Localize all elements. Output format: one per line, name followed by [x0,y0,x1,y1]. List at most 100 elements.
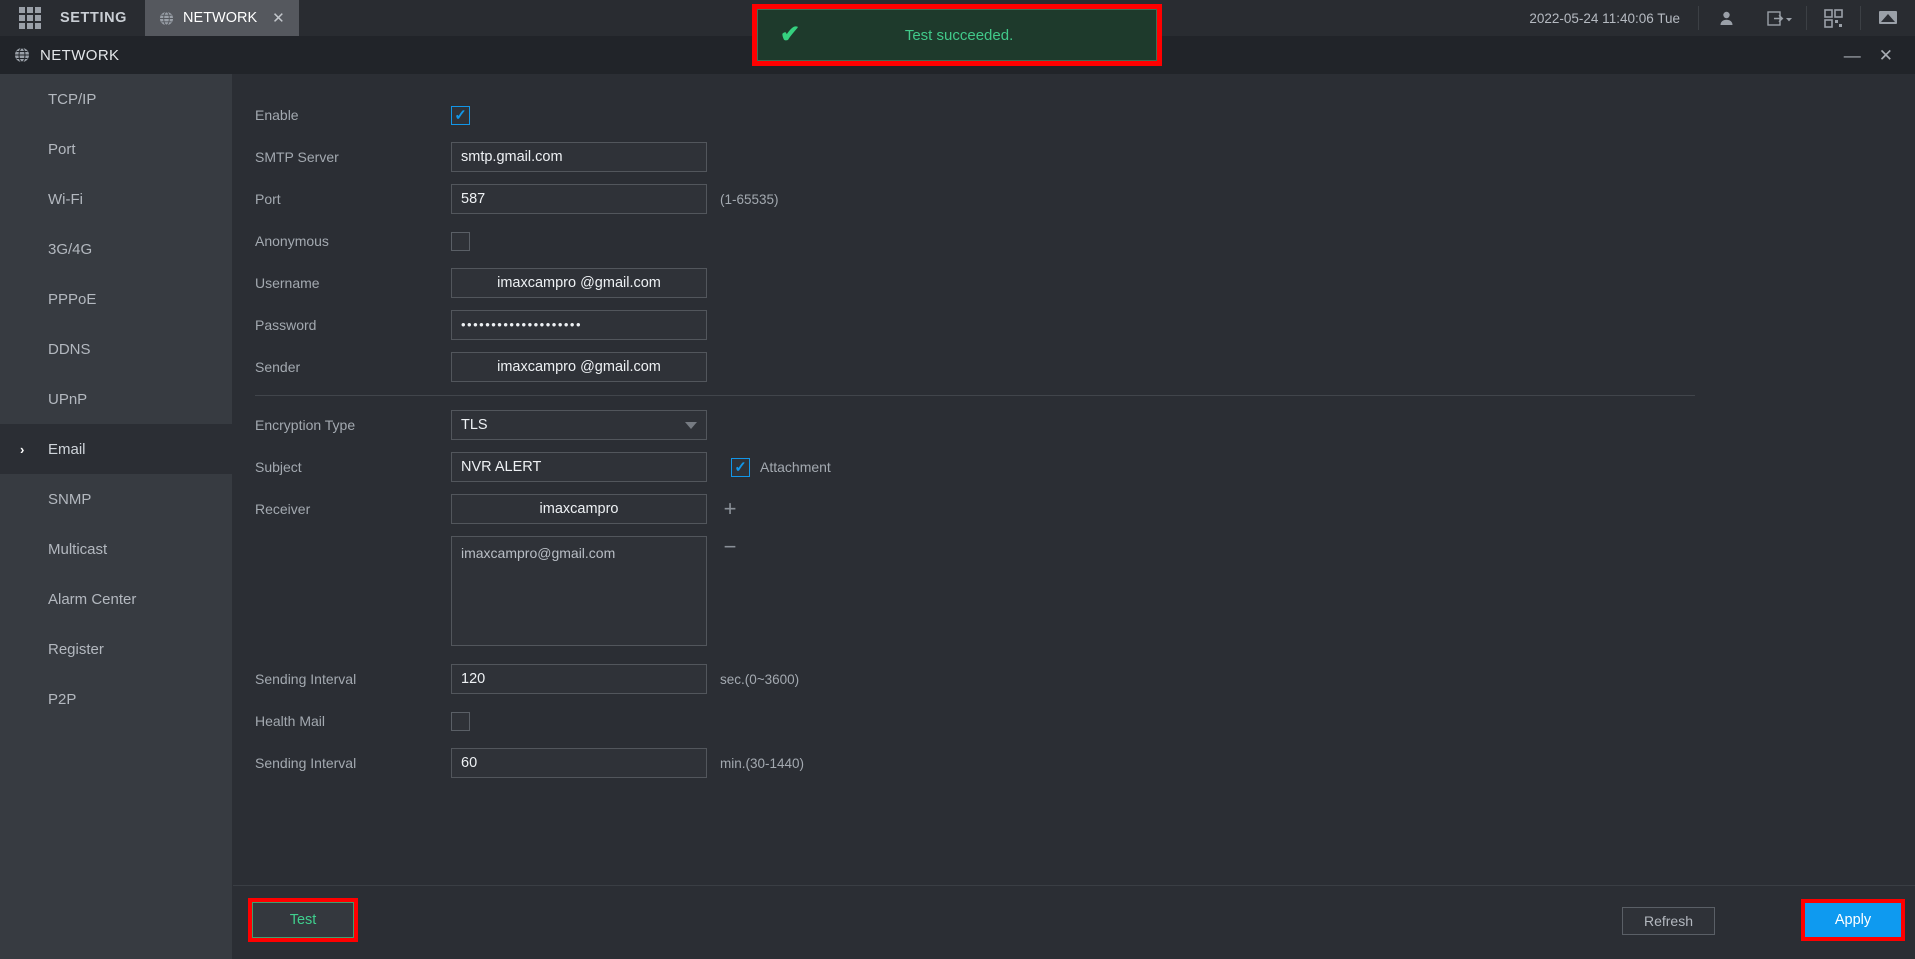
enable-label: Enable [255,107,299,123]
chevron-right-icon: › [20,441,25,457]
grid-glyph [19,7,41,29]
page-title: NETWORK [40,46,120,64]
sidebar-item-wifi[interactable]: Wi-Fi [0,174,232,224]
qr-code-icon[interactable] [1807,6,1861,30]
minimize-icon[interactable]: — [1844,47,1861,64]
row-encryption-type: Encryption Type TLS [255,410,1915,440]
sender-label: Sender [255,359,301,375]
smtp-server-label: SMTP Server [255,149,339,165]
password-input[interactable]: •••••••••••••••••••• [451,310,707,340]
row-sending-interval-sec: Sending Interval 120 sec.(0~3600) [255,664,1915,694]
row-health-mail: Health Mail [255,706,1915,736]
receiver-list[interactable]: imaxcampro@gmail.com [451,536,707,646]
add-receiver-icon[interactable]: + [719,498,741,520]
sending-interval-sec-input[interactable]: 120 [451,664,707,694]
sending-interval-sec-label: Sending Interval [255,671,357,687]
sidebar-item-ddns[interactable]: DDNS [0,324,232,374]
row-receiver-list: imaxcampro@gmail.com − [255,536,1915,646]
row-enable: Enable [255,100,1915,130]
enable-checkbox[interactable] [451,105,470,125]
setting-label[interactable]: SETTING [60,0,145,36]
sidebar-item-label: 3G/4G [48,240,93,258]
sidebar-item-email[interactable]: › Email [0,424,232,474]
sidebar-item-label: UPnP [48,390,88,408]
sidebar-item-label: TCP/IP [48,90,97,108]
toast-message: Test succeeded. [904,26,1014,44]
subject-label: Subject [255,459,302,475]
row-sender: Sender imaxcampro @gmail.com [255,352,1915,382]
sidebar-item-port[interactable]: Port [0,124,232,174]
sending-interval-min-input[interactable]: 60 [451,748,707,778]
sidebar-item-upnp[interactable]: UPnP [0,374,232,424]
clock: 2022-05-24 11:40:06 Tue [1511,6,1699,30]
test-result-toast: ✔ Test succeeded. [757,9,1157,61]
health-mail-checkbox[interactable] [451,711,470,731]
section-divider [255,395,1695,396]
username-label: Username [255,275,320,291]
apply-button[interactable]: Apply [1805,903,1901,937]
sender-input[interactable]: imaxcampro @gmail.com [451,352,707,382]
subject-input[interactable]: NVR ALERT [451,452,707,482]
sidebar: TCP/IP Port Wi-Fi 3G/4G PPPoE DDNS UPnP … [0,74,233,959]
sidebar-item-label: Port [48,140,76,158]
row-port: Port 587 (1-65535) [255,184,1915,214]
test-result-toast-highlight: ✔ Test succeeded. [752,4,1162,66]
refresh-button[interactable]: Refresh [1622,907,1715,935]
test-button-highlight: Test [248,898,358,942]
sidebar-item-label: P2P [48,690,77,708]
password-label: Password [255,317,317,333]
close-icon[interactable]: ✕ [272,11,285,26]
test-button[interactable]: Test [252,902,354,938]
monitor-icon[interactable] [1861,0,1915,36]
sidebar-item-label: SNMP [48,490,92,508]
close-icon[interactable]: ✕ [1879,47,1893,64]
receiver-input[interactable]: imaxcampro [451,494,707,524]
row-sending-interval-min: Sending Interval 60 min.(30-1440) [255,748,1915,778]
sidebar-item-pppoe[interactable]: PPPoE [0,274,232,324]
email-settings-form: Enable SMTP Server smtp.gmail.com Port 5… [233,74,1915,885]
port-range-hint: (1-65535) [720,191,779,207]
remove-receiver-icon[interactable]: − [719,536,741,558]
nvr-settings-window: SETTING NETWORK ✕ 2022-05-24 11:40:06 Tu… [0,0,1915,959]
footer-actions: Test Refresh Apply [233,885,1915,959]
row-smtp-server: SMTP Server smtp.gmail.com [255,142,1915,172]
sidebar-item-label: Register [48,640,104,658]
sidebar-item-label: Alarm Center [48,590,137,608]
logout-icon[interactable] [1753,6,1807,30]
user-icon[interactable] [1699,0,1753,36]
sidebar-item-label: PPPoE [48,290,97,308]
tab-label: NETWORK [183,10,258,26]
encryption-type-value: TLS [461,417,488,433]
grid-menu-icon[interactable] [0,0,60,36]
sending-interval-min-label: Sending Interval [255,755,357,771]
row-anonymous: Anonymous [255,226,1915,256]
row-password: Password •••••••••••••••••••• [255,310,1915,340]
sidebar-item-tcpip[interactable]: TCP/IP [0,74,232,124]
tab-network[interactable]: NETWORK ✕ [145,0,299,36]
smtp-server-input[interactable]: smtp.gmail.com [451,142,707,172]
chevron-down-icon [685,421,697,429]
attachment-label: Attachment [760,459,831,475]
sidebar-item-register[interactable]: Register [0,624,232,674]
globe-icon [15,47,29,63]
sidebar-item-label: Email [48,440,86,458]
sidebar-item-alarm-center[interactable]: Alarm Center [0,574,232,624]
health-mail-label: Health Mail [255,713,326,729]
encryption-type-select[interactable]: TLS [451,410,707,440]
list-item[interactable]: imaxcampro@gmail.com [461,545,697,561]
sidebar-item-multicast[interactable]: Multicast [0,524,232,574]
sidebar-item-label: Wi-Fi [48,190,83,208]
port-input[interactable]: 587 [451,184,707,214]
anonymous-label: Anonymous [255,233,329,249]
sidebar-item-3g4g[interactable]: 3G/4G [0,224,232,274]
apply-button-highlight: Apply [1801,899,1905,941]
encryption-type-label: Encryption Type [255,417,356,433]
sidebar-item-p2p[interactable]: P2P [0,674,232,724]
sidebar-item-label: Multicast [48,540,108,558]
globe-icon [159,10,174,26]
sidebar-item-snmp[interactable]: SNMP [0,474,232,524]
row-username: Username imaxcampro @gmail.com [255,268,1915,298]
attachment-checkbox[interactable] [731,457,750,477]
username-input[interactable]: imaxcampro @gmail.com [451,268,707,298]
anonymous-checkbox[interactable] [451,231,470,251]
